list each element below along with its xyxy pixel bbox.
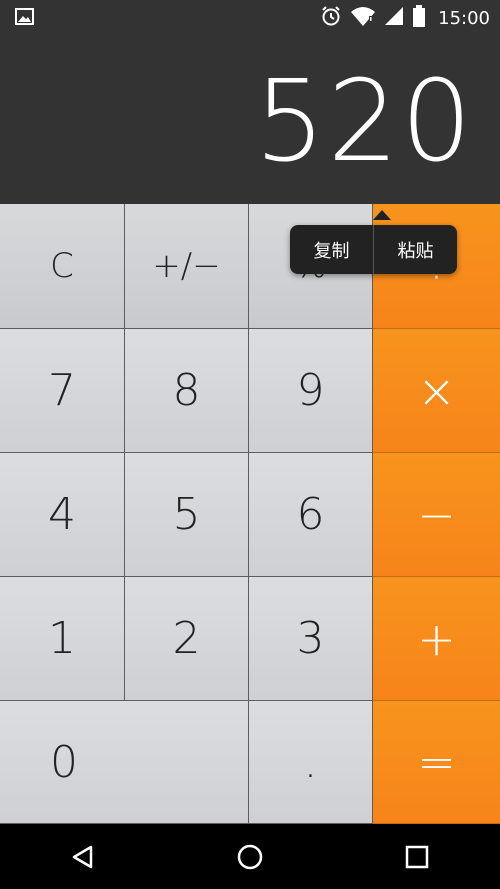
status-bar: 15:00 [0,0,500,36]
digit-9-button[interactable]: 9 [249,329,373,453]
signal-icon [384,6,404,30]
multiply-button[interactable]: × [373,329,500,453]
digit-3-button[interactable]: 3 [249,577,373,701]
paste-button[interactable]: 粘贴 [374,225,457,274]
back-icon[interactable] [53,827,113,887]
navigation-bar [0,824,500,889]
clear-button[interactable]: C [0,204,125,329]
wifi-icon [350,5,376,31]
digit-1-button[interactable]: 1 [0,577,125,701]
minus-button[interactable]: − [373,453,500,577]
home-icon[interactable] [220,827,280,887]
calculator-display[interactable]: 520 [0,36,500,204]
digit-5-button[interactable]: 5 [125,453,249,577]
status-time: 15:00 [438,7,490,29]
recents-icon[interactable] [387,827,447,887]
digit-0-button[interactable]: 0 [0,701,249,824]
copy-button[interactable]: 复制 [290,225,373,274]
plus-minus-button[interactable]: +∕− [125,204,249,329]
digit-6-button[interactable]: 6 [249,453,373,577]
digit-7-button[interactable]: 7 [0,329,125,453]
battery-icon [412,5,426,31]
digit-8-button[interactable]: 8 [125,329,249,453]
equals-button[interactable]: = [373,701,500,824]
status-icons: 15:00 [320,5,490,31]
copy-paste-popup: 复制 粘贴 [290,225,457,274]
digit-4-button[interactable]: 4 [0,453,125,577]
display-value[interactable]: 520 [254,66,474,178]
alarm-icon [320,5,342,31]
popup-pointer [373,210,391,220]
decimal-point-button[interactable]: . [249,701,373,824]
digit-2-button[interactable]: 2 [125,577,249,701]
keypad: C +∕− % ÷ 7 8 9 × 4 5 6 − 1 2 3 + 0 . = [0,204,500,824]
plus-button[interactable]: + [373,577,500,701]
image-notification-icon [14,8,36,26]
